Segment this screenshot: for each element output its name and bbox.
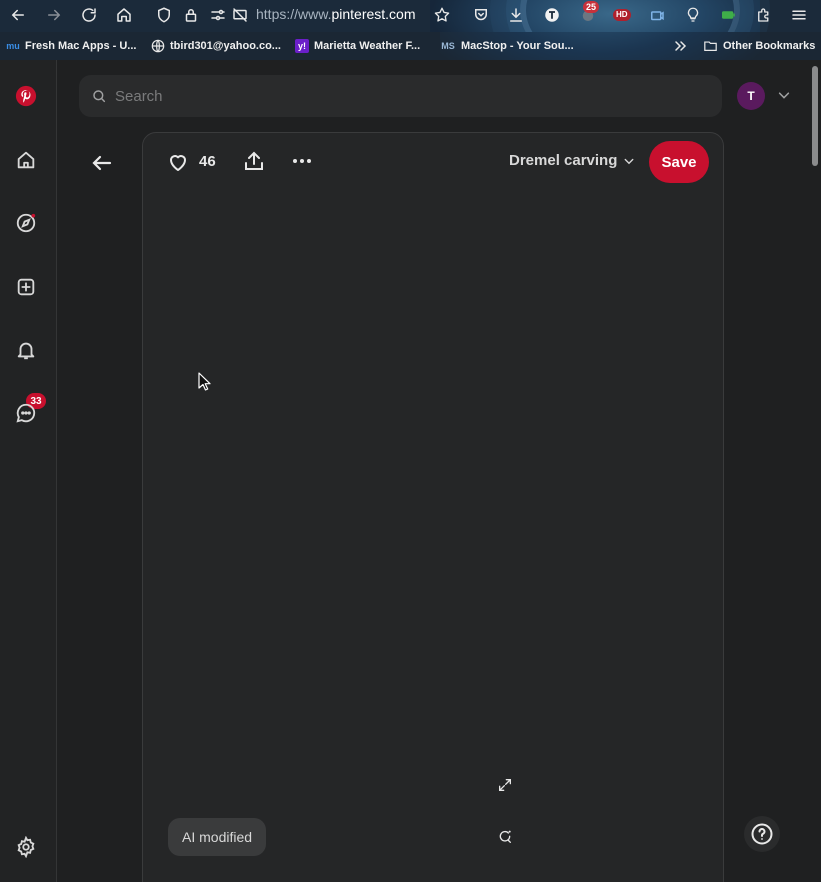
search-bar[interactable]: [79, 75, 722, 117]
like-button[interactable]: [165, 149, 191, 175]
explore-compass-icon[interactable]: [11, 208, 41, 238]
address-bar[interactable]: https://www.pinterest.com: [256, 6, 416, 22]
like-count: 46: [199, 153, 216, 170]
home-feed-icon[interactable]: [11, 145, 41, 175]
tracking-blocked-icon[interactable]: [228, 4, 252, 26]
star-bookmark-icon[interactable]: [430, 4, 454, 26]
account-chevron-down-icon[interactable]: [777, 88, 791, 102]
visual-search-button[interactable]: [493, 825, 517, 849]
share-upload-icon: [245, 151, 263, 170]
back-button[interactable]: [87, 148, 117, 178]
forward-arrow-icon[interactable]: [42, 4, 66, 26]
hd-extension-icon[interactable]: HD: [613, 9, 631, 21]
url-prefix: https://www.: [256, 6, 332, 22]
other-bookmarks-folder[interactable]: Other Bookmarks: [703, 38, 815, 54]
pin-image[interactable]: AI modified: [143, 195, 723, 882]
lightbulb-icon[interactable]: [681, 4, 705, 26]
reload-icon[interactable]: [77, 4, 101, 26]
left-navigation-rail: 33: [0, 60, 57, 882]
other-bookmarks-label: Other Bookmarks: [723, 40, 816, 52]
settings-gear-icon[interactable]: [11, 832, 41, 862]
more-options-button[interactable]: [289, 148, 315, 174]
messages-icon[interactable]: [11, 398, 41, 428]
bookmark-macstop[interactable]: MS MacStop - Your Sou...: [440, 38, 574, 54]
extensions-puzzle-icon[interactable]: [752, 4, 776, 26]
create-pin-icon[interactable]: [11, 272, 41, 302]
main-content: T 46 Dremel carving Sa: [57, 60, 809, 882]
page-scrollbar[interactable]: [809, 60, 821, 882]
pin-action-bar: 46 Dremel carving Save: [143, 133, 723, 195]
bookmark-label: MacStop - Your Sou...: [461, 40, 574, 52]
search-input[interactable]: [115, 87, 675, 105]
bookmarks-bar: mu Fresh Mac Apps - U... tbird301@yahoo.…: [0, 32, 821, 60]
bookmark-fresh-mac-apps[interactable]: mu Fresh Mac Apps - U...: [6, 38, 136, 54]
board-selector[interactable]: Dremel carving: [509, 152, 635, 169]
battery-icon[interactable]: [716, 4, 740, 26]
lens-search-icon: [499, 830, 511, 843]
question-mark-icon: [751, 823, 773, 845]
board-name: Dremel carving: [509, 152, 618, 169]
permissions-icon[interactable]: [206, 4, 230, 26]
ai-modified-badge[interactable]: AI modified: [168, 818, 267, 856]
heart-icon: [170, 155, 186, 171]
bookmarks-overflow-icon[interactable]: [673, 38, 689, 54]
notifications-bell-icon[interactable]: [11, 335, 41, 365]
expand-button[interactable]: [493, 773, 517, 797]
pin-closeup-card: 46 Dremel carving Save AI modified: [142, 132, 724, 882]
bookmark-label: tbird301@yahoo.co...: [170, 40, 281, 52]
lock-icon[interactable]: [179, 4, 203, 26]
screen: https://www.pinterest.com 25 HD mu Fresh…: [0, 0, 821, 882]
expand-arrows-icon: [499, 779, 511, 791]
macstop-favicon-icon: MS: [441, 41, 455, 51]
screen-capture-icon[interactable]: [645, 4, 669, 26]
home-icon[interactable]: [112, 4, 136, 26]
mouse-cursor-icon: [198, 372, 211, 391]
user-avatar[interactable]: T: [737, 82, 765, 110]
save-button[interactable]: Save: [649, 141, 709, 183]
share-button[interactable]: [241, 148, 267, 174]
folder-icon: [704, 41, 717, 51]
url-domain: pinterest.com: [331, 6, 416, 22]
chevron-down-icon: [624, 158, 634, 164]
pinterest-logo-icon[interactable]: [11, 81, 41, 111]
search-icon: [93, 90, 106, 103]
bookmark-label: Marietta Weather F...: [314, 40, 421, 52]
shield-icon[interactable]: [152, 4, 176, 26]
hamburger-menu-icon[interactable]: [787, 4, 811, 26]
bookmark-label: Fresh Mac Apps - U...: [25, 40, 137, 52]
yahoo-favicon-icon: y!: [295, 39, 309, 53]
back-arrow-icon[interactable]: [6, 4, 30, 26]
mu-favicon-icon: mu: [6, 41, 20, 51]
extension-badge: 25: [583, 1, 600, 13]
browser-toolbar: https://www.pinterest.com 25 HD: [0, 0, 821, 32]
profile-t-icon[interactable]: [540, 4, 564, 26]
back-arrow-icon: [92, 155, 112, 171]
help-button[interactable]: [744, 816, 780, 852]
bookmark-tbird-yahoo[interactable]: tbird301@yahoo.co...: [151, 38, 281, 54]
pocket-icon[interactable]: [469, 4, 493, 26]
download-icon[interactable]: [504, 4, 528, 26]
scroll-thumb[interactable]: [812, 66, 818, 166]
bookmark-marietta-weather[interactable]: y! Marietta Weather F...: [295, 38, 420, 54]
globe-icon: [151, 39, 165, 53]
more-dots-icon: [293, 159, 311, 163]
